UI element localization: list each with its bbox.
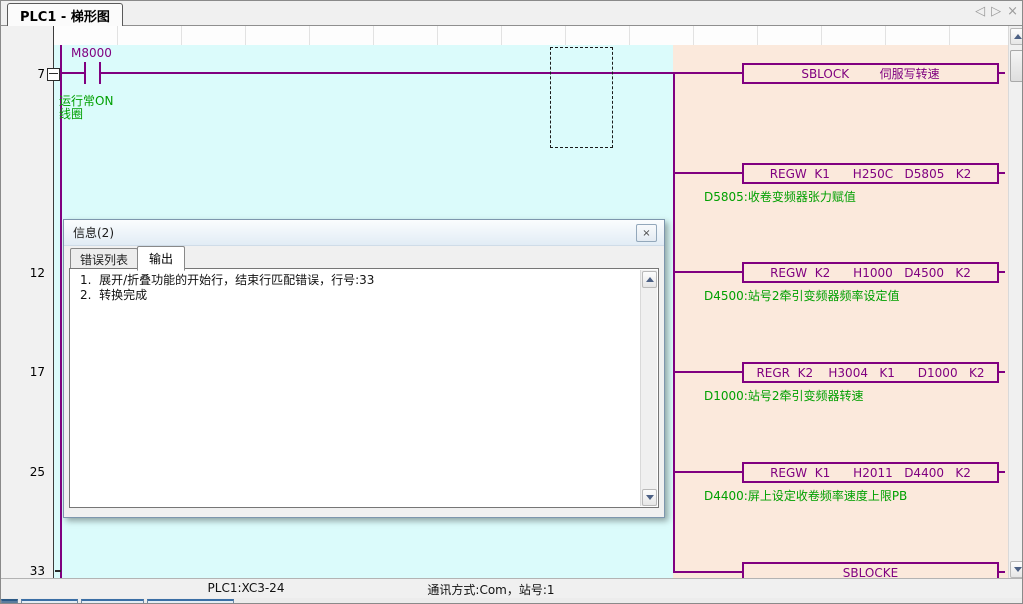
tab-nav-buttons: ◁ ▷ × <box>975 4 1018 19</box>
row-number: 17 <box>19 365 45 379</box>
instruction-block-regw2[interactable]: REGW K2 H1000 D4500 K2 <box>742 262 999 283</box>
scroll-down-button[interactable] <box>1010 561 1023 578</box>
bottom-tab-strip <box>1 598 1023 604</box>
close-icon: × <box>642 228 650 239</box>
tab-output[interactable]: 输出 <box>137 246 185 271</box>
scrollbar-thumb[interactable] <box>1010 50 1023 82</box>
output-scroll-down-button[interactable] <box>642 489 657 506</box>
row-number-margin <box>1 26 53 578</box>
branch-line <box>673 172 742 174</box>
contact-comment-line2: 线圈 <box>59 108 83 121</box>
row-number: 12 <box>19 266 45 280</box>
status-plc-model: PLC1:XC3-24 <box>141 581 351 595</box>
left-power-rail <box>60 45 62 578</box>
row-number: 7 <box>19 67 45 81</box>
block-comment: D4500:站号2牵引变频器频率设定值 <box>704 290 899 303</box>
selection-cursor <box>550 47 613 148</box>
next-tab-icon[interactable]: ▷ <box>991 4 1001 19</box>
scroll-up-icon <box>646 277 654 282</box>
grid-header-row <box>54 26 1008 45</box>
block-comment: D1000:站号2牵引变频器转速 <box>704 390 863 403</box>
bottom-tab-partial[interactable] <box>81 599 144 604</box>
tab-error-list[interactable]: 错误列表 <box>70 248 138 270</box>
scroll-up-icon <box>1014 34 1022 39</box>
status-bar: PLC1:XC3-24 通讯方式:Com，站号:1 <box>1 578 1023 599</box>
tab-title: PLC1 - 梯形图 <box>20 6 110 25</box>
branch-line <box>673 571 742 573</box>
output-scroll-up-button[interactable] <box>642 271 657 288</box>
row-number: 25 <box>19 465 45 479</box>
contact-bar <box>99 62 101 84</box>
contact-bar <box>84 62 86 84</box>
instruction-block-regr[interactable]: REGR K2 H3004 K1 D1000 K2 <box>742 362 999 383</box>
bottom-tab-partial[interactable] <box>21 599 78 604</box>
status-comm-mode: 通讯方式:Com，站号:1 <box>381 581 601 598</box>
branch-line <box>673 471 742 473</box>
scroll-up-button[interactable] <box>1010 28 1023 45</box>
vertical-scrollbar[interactable] <box>1008 26 1023 578</box>
fold-end-mark <box>55 570 61 572</box>
instruction-block-sblock[interactable]: SBLOCK 伺服写转速 <box>742 63 999 84</box>
output-pane: 1. 展开/折叠功能的开始行，结束行匹配错误，行号:33 2. 转换完成 <box>69 268 659 508</box>
contact-m8000[interactable]: M8000 <box>69 46 129 86</box>
branch-line <box>673 371 742 373</box>
dialog-title: 信息(2) <box>73 224 114 241</box>
output-scrollbar[interactable] <box>640 270 657 506</box>
close-tab-icon[interactable]: × <box>1007 4 1018 19</box>
tab-plc1-ladder[interactable]: PLC1 - 梯形图 <box>7 3 123 26</box>
scroll-down-icon <box>1014 567 1022 572</box>
branch-line <box>673 271 742 273</box>
bottom-tab-partial[interactable] <box>1 599 18 604</box>
document-tab-bar <box>1 1 1023 26</box>
bottom-tab-partial[interactable] <box>147 599 234 604</box>
row-number: 33 <box>19 564 45 578</box>
dialog-title-bar[interactable]: 信息(2) <box>64 220 664 246</box>
contact-label: M8000 <box>71 46 112 60</box>
dialog-close-button[interactable]: × <box>636 224 657 242</box>
rung-line <box>100 72 742 74</box>
instruction-block-regw3[interactable]: REGW K1 H2011 D4400 K2 <box>742 462 999 483</box>
output-line: 2. 转换完成 <box>80 288 147 303</box>
block-comment: D4400:屏上设定收卷频率速度上限PB <box>704 490 907 503</box>
plc-editor-window: PLC1 - 梯形图 ◁ ▷ × 7 12 17 25 33 M8000 运行常… <box>0 0 1023 604</box>
scroll-down-icon <box>646 495 654 500</box>
prev-tab-icon[interactable]: ◁ <box>975 4 985 19</box>
block-comment: D5805:收卷变频器张力赋值 <box>704 191 856 204</box>
instruction-block-regw1[interactable]: REGW K1 H250C D5805 K2 <box>742 163 999 184</box>
output-line: 1. 展开/折叠功能的开始行，结束行匹配错误，行号:33 <box>80 273 374 288</box>
message-dialog: 信息(2) × 错误列表 输出 1. 展开/折叠功能的开始行，结束行匹配错误，行… <box>63 219 665 518</box>
branch-vertical-line <box>673 72 675 573</box>
fold-collapse-icon[interactable] <box>47 68 60 81</box>
